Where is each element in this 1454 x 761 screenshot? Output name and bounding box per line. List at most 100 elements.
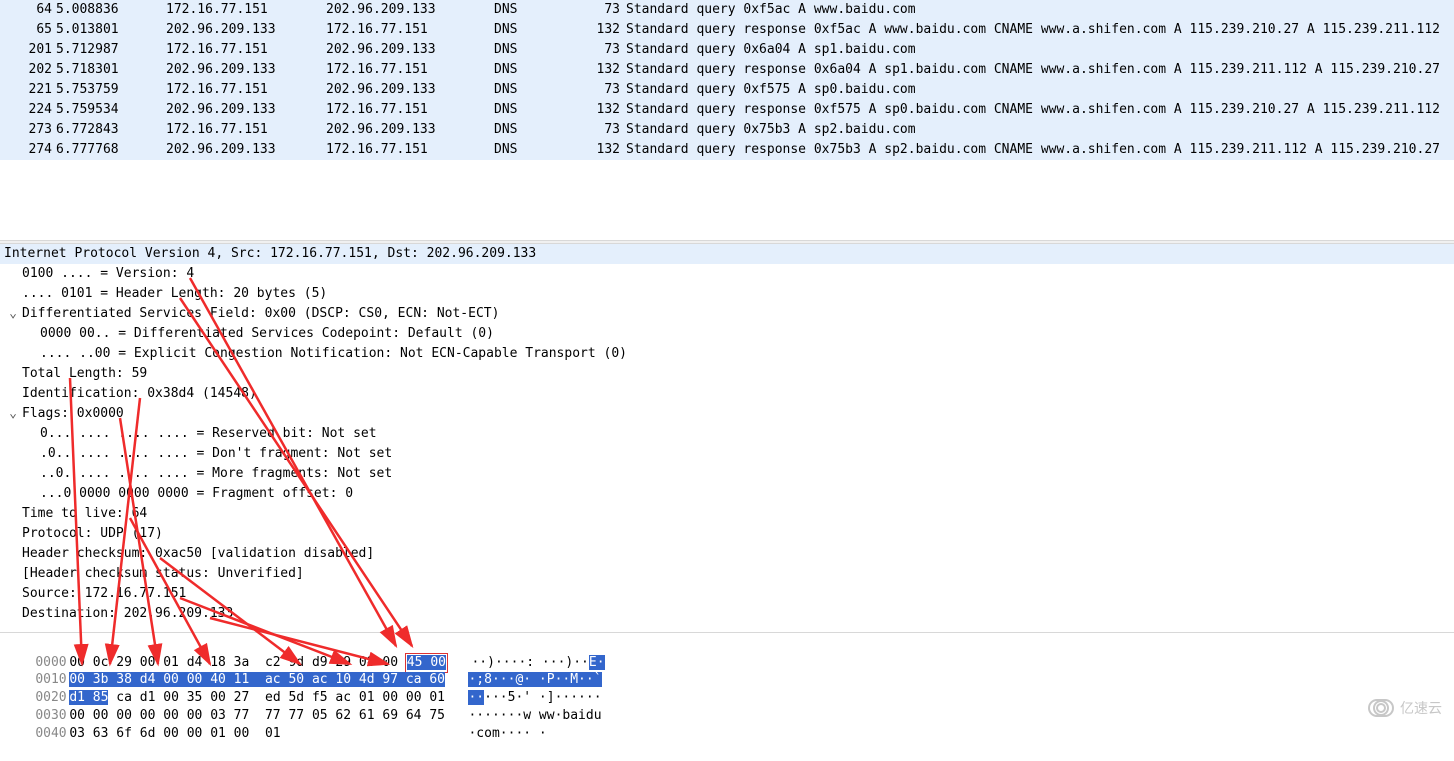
detail-line[interactable]: .... ..00 = Explicit Congestion Notifica… <box>0 344 1454 364</box>
col-destination: 202.96.209.133 <box>326 40 494 60</box>
col-info: Standard query 0x6a04 A sp1.baidu.com <box>626 40 1454 60</box>
detail-text: Time to live: 64 <box>22 506 147 521</box>
detail-text: [Header checksum status: Unverified] <box>22 566 304 581</box>
col-protocol: DNS <box>494 40 580 60</box>
col-source: 172.16.77.151 <box>166 80 326 100</box>
detail-text: .... ..00 = Explicit Congestion Notifica… <box>40 346 627 361</box>
col-source: 202.96.209.133 <box>166 140 326 160</box>
col-protocol: DNS <box>494 60 580 80</box>
packet-row[interactable]: 2025.718301202.96.209.133172.16.77.151DN… <box>0 60 1454 80</box>
col-destination: 172.16.77.151 <box>326 140 494 160</box>
col-time: 5.013801 <box>56 20 166 40</box>
col-protocol: DNS <box>494 120 580 140</box>
detail-line[interactable]: Source: 172.16.77.151 <box>0 584 1454 604</box>
packet-row[interactable]: 655.013801202.96.209.133172.16.77.151DNS… <box>0 20 1454 40</box>
col-destination: 172.16.77.151 <box>326 60 494 80</box>
ip-header-line[interactable]: Internet Protocol Version 4, Src: 172.16… <box>0 244 1454 264</box>
col-time: 5.759534 <box>56 100 166 120</box>
col-length: 73 <box>580 0 626 20</box>
detail-line[interactable]: 0100 .... = Version: 4 <box>0 264 1454 284</box>
col-destination: 172.16.77.151 <box>326 100 494 120</box>
detail-text: ..0. .... .... .... = More fragments: No… <box>40 466 392 481</box>
packet-row[interactable]: 2245.759534202.96.209.133172.16.77.151DN… <box>0 100 1454 120</box>
expand-icon[interactable]: ⌄ <box>6 304 20 324</box>
col-info: Standard query 0xf575 A sp0.baidu.com <box>626 80 1454 100</box>
detail-line[interactable]: 0... .... .... .... = Reserved bit: Not … <box>0 424 1454 444</box>
byte-offset: 0000 <box>35 654 69 672</box>
detail-line[interactable]: ...0 0000 0000 0000 = Fragment offset: 0 <box>0 484 1454 504</box>
detail-text: ...0 0000 0000 0000 = Fragment offset: 0 <box>40 486 353 501</box>
col-no: 274 <box>0 140 56 160</box>
detail-line[interactable]: .0.. .... .... .... = Don't fragment: No… <box>0 444 1454 464</box>
col-no: 273 <box>0 120 56 140</box>
col-destination: 202.96.209.133 <box>326 80 494 100</box>
col-source: 202.96.209.133 <box>166 100 326 120</box>
detail-text: 0... .... .... .... = Reserved bit: Not … <box>40 426 377 441</box>
detail-line[interactable]: Destination: 202.96.209.133 <box>0 604 1454 624</box>
col-time: 5.753759 <box>56 80 166 100</box>
col-protocol: DNS <box>494 100 580 120</box>
detail-text: Flags: 0x0000 <box>22 406 124 421</box>
packet-row[interactable]: 645.008836172.16.77.151202.96.209.133DNS… <box>0 0 1454 20</box>
col-source: 172.16.77.151 <box>166 40 326 60</box>
detail-line[interactable]: .... 0101 = Header Length: 20 bytes (5) <box>0 284 1454 304</box>
detail-line[interactable]: Time to live: 64 <box>0 504 1454 524</box>
detail-line[interactable]: Total Length: 59 <box>0 364 1454 384</box>
col-time: 5.718301 <box>56 60 166 80</box>
packet-row[interactable]: 2736.772843172.16.77.151202.96.209.133DN… <box>0 120 1454 140</box>
col-protocol: DNS <box>494 140 580 160</box>
col-length: 73 <box>580 40 626 60</box>
detail-text: Header checksum: 0xac50 [validation disa… <box>22 546 374 561</box>
col-length: 132 <box>580 20 626 40</box>
detail-text: Differentiated Services Field: 0x00 (DSC… <box>22 306 499 321</box>
detail-text: Total Length: 59 <box>22 366 147 381</box>
col-time: 5.712987 <box>56 40 166 60</box>
detail-line[interactable]: ⌄Flags: 0x0000 <box>0 404 1454 424</box>
watermark: 亿速云 <box>1368 698 1442 718</box>
col-destination: 202.96.209.133 <box>326 120 494 140</box>
detail-line[interactable]: ..0. .... .... .... = More fragments: No… <box>0 464 1454 484</box>
col-source: 172.16.77.151 <box>166 0 326 20</box>
packet-row[interactable]: 2015.712987172.16.77.151202.96.209.133DN… <box>0 40 1454 60</box>
col-protocol: DNS <box>494 0 580 20</box>
detail-text: 0000 00.. = Differentiated Services Code… <box>40 326 494 341</box>
detail-line[interactable]: Protocol: UDP (17) <box>0 524 1454 544</box>
col-protocol: DNS <box>494 20 580 40</box>
col-protocol: DNS <box>494 80 580 100</box>
col-destination: 202.96.209.133 <box>326 0 494 20</box>
col-time: 6.772843 <box>56 120 166 140</box>
col-length: 132 <box>580 100 626 120</box>
col-time: 5.008836 <box>56 0 166 20</box>
col-length: 132 <box>580 60 626 80</box>
col-info: Standard query 0x75b3 A sp2.baidu.com <box>626 120 1454 140</box>
detail-line[interactable]: Header checksum: 0xac50 [validation disa… <box>0 544 1454 564</box>
byte-offset: 0020 <box>35 689 69 707</box>
watermark-text: 亿速云 <box>1400 698 1442 718</box>
col-no: 224 <box>0 100 56 120</box>
col-info: Standard query response 0xf575 A sp0.bai… <box>626 100 1454 120</box>
packet-row[interactable]: 2746.777768202.96.209.133172.16.77.151DN… <box>0 140 1454 160</box>
detail-text: Identification: 0x38d4 (14548) <box>22 386 257 401</box>
byte-offset: 0030 <box>35 707 69 725</box>
packet-bytes-pane[interactable]: 000000 0c 29 00 01 d4 18 3a c2 9d d9 29 … <box>0 632 1454 728</box>
expand-icon[interactable]: ⌄ <box>6 404 20 424</box>
col-info: Standard query response 0xf5ac A www.bai… <box>626 20 1454 40</box>
packet-list-pane[interactable]: 645.008836172.16.77.151202.96.209.133DNS… <box>0 0 1454 160</box>
byte-offset: 0010 <box>35 671 69 689</box>
packet-list-empty-area <box>0 160 1454 240</box>
col-no: 202 <box>0 60 56 80</box>
col-no: 201 <box>0 40 56 60</box>
detail-line[interactable]: Identification: 0x38d4 (14548) <box>0 384 1454 404</box>
col-source: 202.96.209.133 <box>166 20 326 40</box>
detail-text: Destination: 202.96.209.133 <box>22 606 233 621</box>
col-length: 73 <box>580 80 626 100</box>
col-length: 132 <box>580 140 626 160</box>
detail-line[interactable]: [Header checksum status: Unverified] <box>0 564 1454 584</box>
col-no: 64 <box>0 0 56 20</box>
detail-line[interactable]: ⌄Differentiated Services Field: 0x00 (DS… <box>0 304 1454 324</box>
col-time: 6.777768 <box>56 140 166 160</box>
packet-details-pane[interactable]: Internet Protocol Version 4, Src: 172.16… <box>0 244 1454 632</box>
packet-row[interactable]: 2215.753759172.16.77.151202.96.209.133DN… <box>0 80 1454 100</box>
detail-line[interactable]: 0000 00.. = Differentiated Services Code… <box>0 324 1454 344</box>
bytes-row-0000[interactable]: 000000 0c 29 00 01 d4 18 3a c2 9d d9 29 … <box>4 635 1450 653</box>
